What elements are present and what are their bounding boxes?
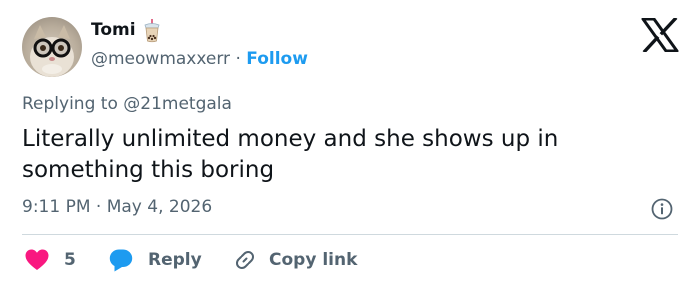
reply-label: Reply <box>148 250 202 270</box>
tweet-text: Literally unlimited money and she shows … <box>22 126 559 183</box>
info-icon[interactable] <box>651 198 673 220</box>
divider <box>22 234 678 235</box>
avatar[interactable] <box>22 17 82 77</box>
like-button[interactable]: 5 <box>24 247 76 273</box>
follow-button[interactable]: Follow <box>246 49 308 69</box>
x-logo-icon[interactable] <box>641 18 679 52</box>
tweet-timestamp[interactable]: 9:11 PM · May 4, 2026 <box>22 197 212 217</box>
replying-to-prefix: Replying to <box>22 94 118 114</box>
link-icon <box>235 250 255 270</box>
handle-line: @meowmaxxerr · Follow <box>91 49 308 69</box>
copy-link-button[interactable]: Copy link <box>232 247 357 273</box>
tweet-card: Tomi @meowmaxxerr · Follow Replying to @… <box>0 0 700 287</box>
speech-bubble-icon <box>109 249 133 272</box>
cat-avatar-icon <box>30 25 74 77</box>
author-handle[interactable]: @meowmaxxerr <box>91 49 230 69</box>
display-name[interactable]: Tomi <box>91 20 136 40</box>
heart-icon <box>25 249 49 270</box>
replying-to-handle[interactable]: @21metgala <box>123 94 232 114</box>
like-count: 5 <box>64 250 76 270</box>
reply-button[interactable]: Reply <box>108 247 202 273</box>
replying-to: Replying to @21metgala <box>22 94 232 114</box>
copy-link-label: Copy link <box>269 250 358 270</box>
separator: · <box>235 49 241 69</box>
bubble-tea-icon <box>144 19 160 43</box>
